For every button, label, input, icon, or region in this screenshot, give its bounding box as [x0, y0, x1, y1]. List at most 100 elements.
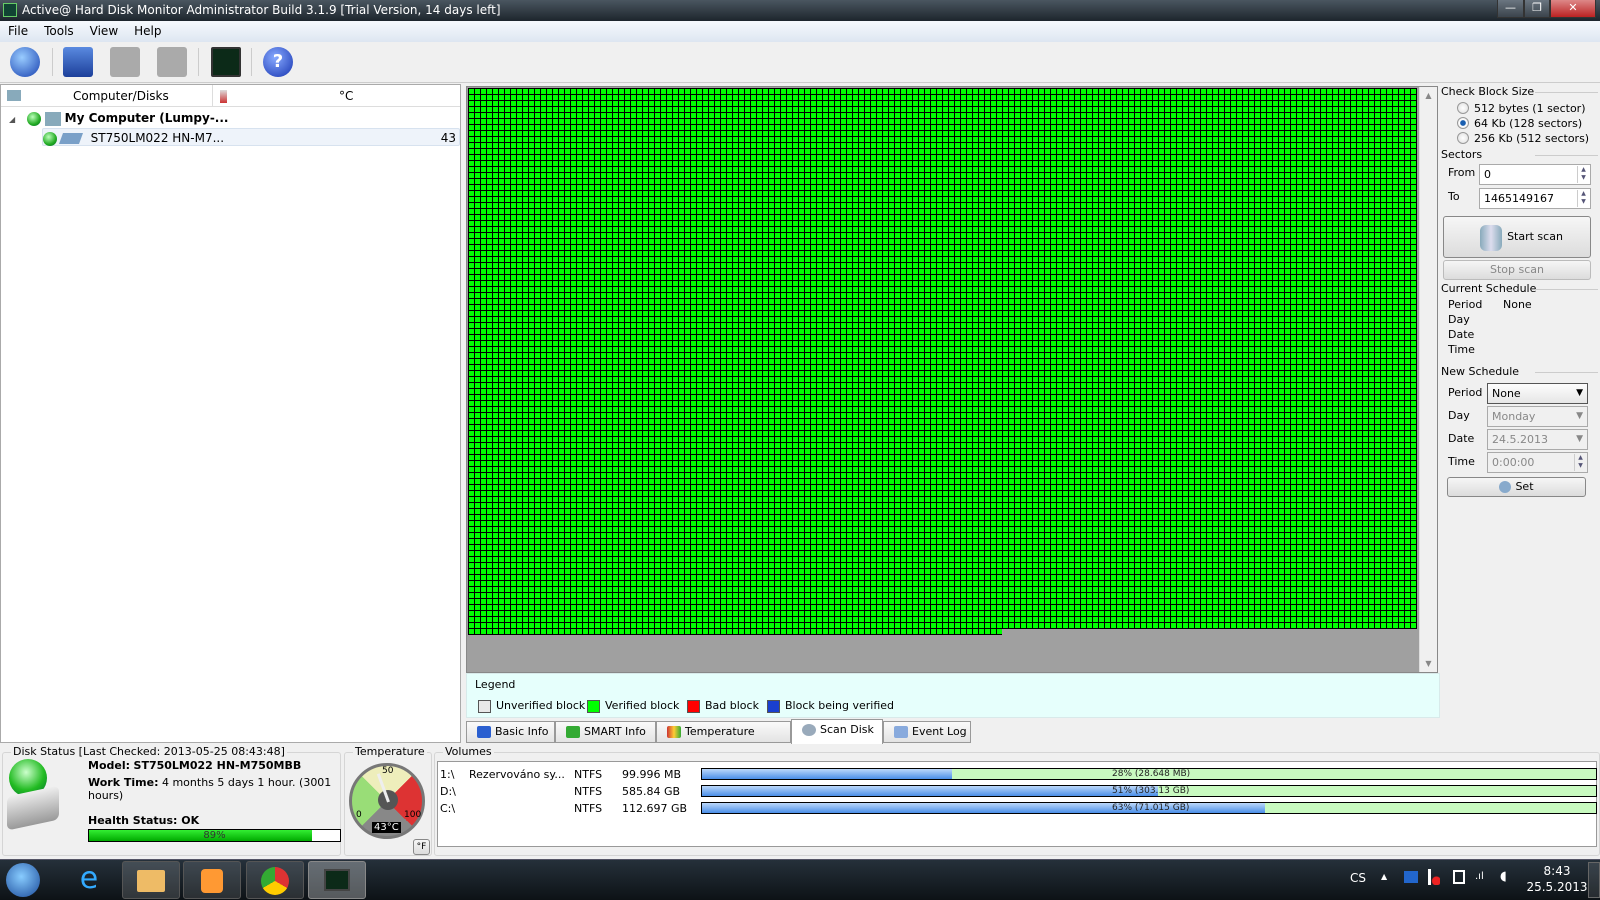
- legend: Legend Unverified block Verified block B…: [466, 673, 1440, 718]
- volume-filesystem: NTFS: [574, 802, 603, 815]
- set-schedule-button[interactable]: Set: [1447, 477, 1586, 497]
- thermometer-icon: [220, 90, 227, 103]
- volume-row[interactable]: 1:\ Rezervováno sy... NTFS 99.996 MB 28%…: [438, 768, 1597, 784]
- volume-size: 585.84 GB: [622, 785, 681, 798]
- current-period-label: Period: [1448, 298, 1483, 311]
- to-sector-input[interactable]: 1465149167 ▲ ▼: [1479, 188, 1591, 209]
- show-hidden-icons[interactable]: ▲: [1381, 872, 1387, 881]
- column-temperature[interactable]: °C: [339, 85, 353, 107]
- menu-help[interactable]: Help: [126, 21, 169, 42]
- day-select[interactable]: Monday ▼: [1487, 406, 1588, 427]
- clock-time[interactable]: 8:43: [1532, 864, 1582, 878]
- refresh-icon[interactable]: [10, 47, 40, 77]
- volume-usage-text: 63% (71.015 GB): [1112, 803, 1190, 813]
- check-block-size-group: Check Block Size: [1441, 85, 1598, 99]
- volume-filesystem: NTFS: [574, 785, 603, 798]
- action-center-icon[interactable]: [1428, 869, 1440, 885]
- from-sector-input[interactable]: 0 ▲ ▼: [1479, 164, 1591, 185]
- explorer-icon[interactable]: [122, 861, 180, 899]
- add-computer-icon[interactable]: [63, 47, 93, 77]
- close-button[interactable]: ✕: [1550, 0, 1596, 18]
- volume-icon[interactable]: ◖: [1500, 869, 1507, 884]
- tree-item-disk[interactable]: ST750LM022 HN-M7... 43: [42, 128, 460, 146]
- tab-basic-info[interactable]: Basic Info: [466, 721, 555, 743]
- time-label: Time: [1448, 455, 1475, 468]
- toolbar-separator: [52, 48, 53, 76]
- expand-arrow-icon[interactable]: ◢: [9, 115, 15, 124]
- language-indicator[interactable]: CS: [1350, 871, 1366, 885]
- temperature-gauge: 50 0 100 43°C: [349, 763, 425, 839]
- volume-size: 112.697 GB: [622, 802, 688, 815]
- time-input[interactable]: 0:00:00 ▲ ▼: [1487, 452, 1588, 473]
- stop-scan-button[interactable]: Stop scan: [1443, 260, 1591, 280]
- show-desktop-button[interactable]: [1588, 862, 1600, 898]
- option-256-kb[interactable]: 256 Kb (512 sectors): [1474, 132, 1589, 145]
- radio-512-bytes[interactable]: [1457, 102, 1469, 114]
- volume-label: Rezervováno sy...: [469, 768, 565, 781]
- volume-size: 99.996 MB: [622, 768, 682, 781]
- computer-icon: [7, 90, 21, 101]
- media-player-icon[interactable]: [183, 861, 241, 899]
- tray-app-icon[interactable]: [1404, 871, 1418, 883]
- period-select[interactable]: None ▼: [1487, 383, 1588, 404]
- hard-disk-monitor-taskbar-icon[interactable]: [308, 861, 366, 899]
- scan-disk-icon: [1480, 225, 1502, 251]
- date-label: Date: [1448, 432, 1475, 445]
- window-title: Active@ Hard Disk Monitor Administrator …: [22, 3, 501, 17]
- radio-64-kb[interactable]: [1457, 117, 1469, 129]
- tab-scan-disk[interactable]: Scan Disk: [791, 719, 883, 744]
- toolbar-separator: [251, 48, 252, 76]
- volume-usage-bar: 28% (28.648 MB): [701, 768, 1597, 780]
- computer-settings-icon[interactable]: [110, 47, 140, 77]
- tree-item-computer[interactable]: ◢ My Computer (Lumpy-...: [9, 109, 229, 127]
- maximize-button[interactable]: ❐: [1524, 0, 1550, 18]
- help-icon[interactable]: ?: [263, 47, 293, 77]
- radio-256-kb[interactable]: [1457, 132, 1469, 144]
- computer-name: My Computer (Lumpy-...: [64, 111, 229, 125]
- to-label: To: [1448, 190, 1460, 203]
- column-computer-disks[interactable]: Computer/Disks: [73, 85, 169, 107]
- current-time-label: Time: [1448, 343, 1475, 356]
- tab-event-log[interactable]: Event Log: [883, 721, 971, 743]
- volume-row[interactable]: D:\ NTFS 585.84 GB 51% (303.13 GB): [438, 785, 1597, 801]
- start-button[interactable]: [6, 863, 40, 897]
- time-spinner[interactable]: ▲ ▼: [1574, 454, 1586, 471]
- start-scan-button[interactable]: Start scan: [1443, 216, 1591, 258]
- option-64-kb[interactable]: 64 Kb (128 sectors): [1474, 117, 1582, 130]
- menu-tools[interactable]: Tools: [36, 21, 82, 42]
- volume-row[interactable]: C:\ NTFS 112.697 GB 63% (71.015 GB): [438, 802, 1597, 818]
- from-spinner[interactable]: ▲ ▼: [1577, 166, 1589, 183]
- taskbar: e CS ▲ .ıl ◖ 8:43 25.5.2013: [0, 859, 1600, 900]
- menu-file[interactable]: File: [0, 21, 36, 42]
- current-day-label: Day: [1448, 313, 1470, 326]
- remove-computer-icon[interactable]: [157, 47, 187, 77]
- power-icon[interactable]: [1453, 870, 1465, 884]
- current-period-value: None: [1503, 298, 1532, 311]
- disk-name: ST750LM022 HN-M7...: [90, 131, 225, 145]
- from-label: From: [1448, 166, 1476, 179]
- network-icon[interactable]: .ıl: [1475, 871, 1484, 882]
- computer-icon: [44, 111, 61, 126]
- tab-temperature-graph[interactable]: Temperature Graph: [656, 721, 791, 758]
- to-spinner[interactable]: ▲ ▼: [1577, 190, 1589, 207]
- monitor-settings-icon[interactable]: [211, 47, 241, 77]
- status-ok-icon: [43, 131, 57, 146]
- fahrenheit-button[interactable]: °F: [413, 839, 430, 855]
- volume-drive: C:\: [440, 802, 456, 815]
- chrome-icon[interactable]: [246, 861, 304, 899]
- minimize-button[interactable]: —: [1497, 0, 1524, 18]
- volume-usage-bar: 51% (303.13 GB): [701, 785, 1597, 797]
- vertical-scrollbar[interactable]: ▲ ▼: [1419, 87, 1437, 672]
- option-512-bytes[interactable]: 512 bytes (1 sector): [1474, 102, 1585, 115]
- temperature-value: 43°C: [372, 822, 401, 833]
- tree-header: Computer/Disks °C: [1, 85, 460, 107]
- tab-smart-info[interactable]: SMART Info: [555, 721, 656, 743]
- clock-date[interactable]: 25.5.2013: [1522, 880, 1592, 894]
- disk-model: ST750LM022 HN-M750MBB: [133, 759, 302, 772]
- date-picker[interactable]: 24.5.2013 ▼: [1487, 429, 1588, 450]
- sectors-group: Sectors: [1441, 148, 1598, 162]
- health-status: Health Status: OK: [88, 814, 200, 827]
- menu-view[interactable]: View: [82, 21, 126, 42]
- legend-title: Legend: [475, 678, 516, 691]
- internet-explorer-icon[interactable]: e: [60, 861, 118, 899]
